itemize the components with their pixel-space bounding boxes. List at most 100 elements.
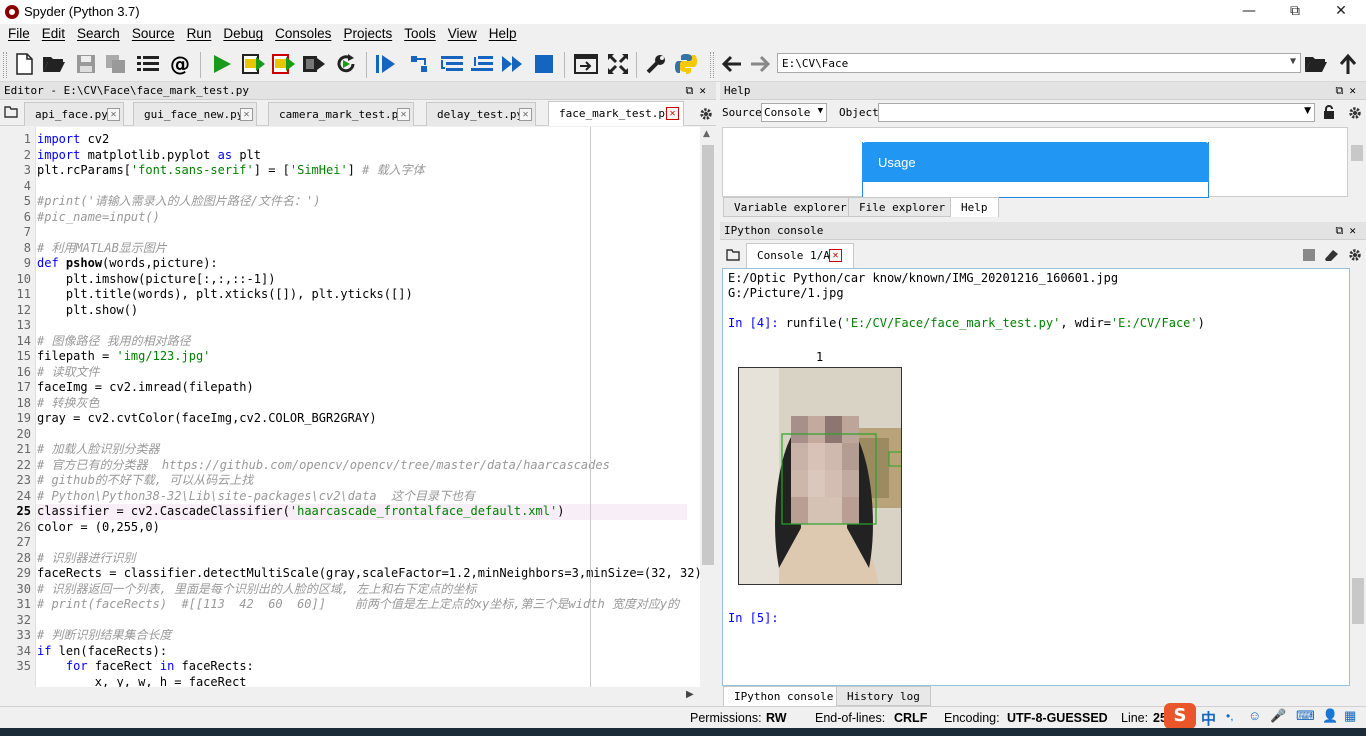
toolbar-separator (636, 52, 637, 78)
close-tab-icon[interactable]: ✕ (397, 108, 410, 121)
menu-search[interactable]: Search (73, 24, 124, 46)
tab-ipython-console[interactable]: IPython console (723, 686, 845, 706)
source-select[interactable]: Console ▼ (761, 103, 827, 122)
menu-source[interactable]: Source (128, 24, 179, 46)
close-tab-icon[interactable]: ✕ (240, 108, 253, 121)
tab-file-explorer[interactable]: File explorer (848, 197, 957, 217)
menu-projects[interactable]: Projects (339, 24, 396, 46)
new-file-icon[interactable] (12, 52, 36, 76)
run-icon[interactable] (210, 52, 234, 76)
rerun-icon[interactable] (334, 52, 358, 76)
tab-camera-mark-test[interactable]: camera_mark_test.py ✕ (268, 102, 414, 126)
editor-horizontal-scrollbar[interactable]: ▶ (0, 687, 716, 705)
scrollbar-thumb[interactable] (1352, 578, 1364, 624)
editor-vertical-scrollbar[interactable]: ▲ (700, 127, 716, 687)
run-cell-advance-icon[interactable] (272, 52, 296, 76)
line-number: 21 (16, 442, 31, 456)
save-all-icon[interactable] (104, 52, 128, 76)
close-tab-icon[interactable]: ✕ (107, 108, 120, 121)
run-selection-icon[interactable] (302, 52, 326, 76)
save-icon[interactable] (74, 52, 98, 76)
eraser-icon[interactable] (1323, 248, 1339, 262)
browse-folder-icon[interactable] (1304, 52, 1328, 76)
grid-icon[interactable]: ▦ (1344, 708, 1356, 724)
run-cell-icon[interactable] (242, 52, 266, 76)
close-tab-icon[interactable]: ✕ (829, 249, 842, 262)
tab-console-1a[interactable]: Console 1/A ✕ (746, 243, 854, 268)
stop-console-icon[interactable] (1303, 249, 1315, 261)
menu-consoles[interactable]: Consoles (271, 24, 335, 46)
pane-window-controls[interactable]: ⧉✕ (686, 84, 712, 98)
scrollbar-thumb[interactable] (702, 145, 714, 565)
open-file-icon[interactable] (42, 52, 66, 76)
tab-help[interactable]: Help (950, 197, 999, 217)
up-arrow-icon[interactable] (1336, 52, 1360, 76)
maximize-pane-icon[interactable] (574, 52, 598, 76)
line-number: 18 (16, 395, 31, 410)
tab-delay-test[interactable]: delay_test.py ✕ (426, 102, 536, 126)
wrench-icon[interactable] (644, 52, 668, 76)
scroll-up-icon[interactable]: ▲ (703, 129, 710, 139)
browse-tabs-icon[interactable] (4, 106, 18, 118)
list-icon[interactable] (136, 52, 160, 76)
maximize-button[interactable]: ⧉ (1272, 0, 1318, 24)
punctuation-icon[interactable]: •, (1226, 709, 1234, 723)
tab-variable-explorer[interactable]: Variable explorer (723, 197, 858, 217)
debug-icon[interactable] (374, 52, 398, 76)
help-scrollbar[interactable] (1349, 127, 1365, 197)
tab-history-log[interactable]: History log (836, 686, 931, 706)
forward-arrow-icon[interactable] (749, 52, 773, 76)
continue-icon[interactable] (500, 52, 524, 76)
scroll-right-icon[interactable]: ▶ (686, 689, 694, 700)
menu-debug[interactable]: Debug (219, 24, 267, 46)
gear-icon[interactable] (699, 107, 713, 121)
keyboard-icon[interactable]: ⌨ (1296, 708, 1315, 724)
at-icon[interactable]: @ (168, 52, 192, 76)
user-icon[interactable]: 👤 (1322, 708, 1338, 724)
step-into-icon[interactable] (440, 52, 464, 76)
close-tab-icon[interactable]: ✕ (666, 107, 679, 120)
sogou-ime-icon[interactable]: S (1164, 703, 1196, 729)
menu-help[interactable]: Help (485, 24, 521, 46)
console-input-line: In [4]: runfile('E:/CV/Face/face_mark_te… (728, 316, 1205, 330)
menu-tools[interactable]: Tools (400, 24, 440, 46)
figure-title: 1 (816, 350, 824, 364)
ime-mode[interactable]: 中 (1201, 708, 1216, 729)
working-directory-combo[interactable]: E:\CV\Face ▼ (777, 53, 1301, 73)
toolbar-grip[interactable] (710, 52, 714, 78)
menu-file[interactable]: File (4, 24, 34, 46)
stop-icon[interactable] (532, 52, 556, 76)
console-scrollbar[interactable] (1350, 268, 1366, 686)
pane-window-controls[interactable]: ⧉✕ (1336, 84, 1362, 98)
tab-label: camera_mark_test.py (279, 108, 405, 121)
code-line: #pic_name=input() (37, 209, 160, 224)
scrollbar-thumb[interactable] (1351, 145, 1363, 161)
emoji-icon[interactable]: ☺ (1248, 708, 1261, 723)
microphone-icon[interactable]: 🎤 (1270, 708, 1286, 724)
code-area[interactable]: import cv2 import matplotlib.pyplot as p… (36, 127, 700, 687)
pane-window-controls[interactable]: ⧉✕ (1336, 224, 1362, 238)
python-path-icon[interactable] (674, 52, 698, 76)
menu-view[interactable]: View (444, 24, 481, 46)
line-number: 13 (16, 318, 31, 332)
tab-face-mark-test[interactable]: face_mark_test.py ✕ (548, 101, 684, 126)
gear-icon[interactable] (1348, 106, 1362, 120)
close-tab-icon[interactable]: ✕ (519, 108, 532, 121)
step-icon[interactable] (408, 52, 432, 76)
browse-tabs-icon[interactable] (726, 249, 740, 261)
back-arrow-icon[interactable] (719, 52, 743, 76)
tab-gui-face-new[interactable]: gui_face_new.py ✕ (133, 102, 257, 126)
code-line: if len(faceRects): (37, 643, 168, 658)
minimize-button[interactable]: — (1226, 0, 1272, 24)
lock-icon[interactable] (1323, 105, 1335, 119)
menu-edit[interactable]: Edit (38, 24, 69, 46)
menu-run[interactable]: Run (183, 24, 216, 46)
fullscreen-icon[interactable] (606, 52, 630, 76)
object-input[interactable]: ▼ (878, 103, 1315, 122)
tab-api-face[interactable]: api_face.py ✕ (24, 102, 124, 126)
step-return-icon[interactable] (470, 52, 494, 76)
close-button[interactable]: ✕ (1318, 0, 1364, 24)
chevron-down-icon[interactable]: ▼ (1290, 56, 1296, 67)
toolbar-grip[interactable] (3, 52, 7, 78)
gear-icon[interactable] (1348, 248, 1362, 262)
